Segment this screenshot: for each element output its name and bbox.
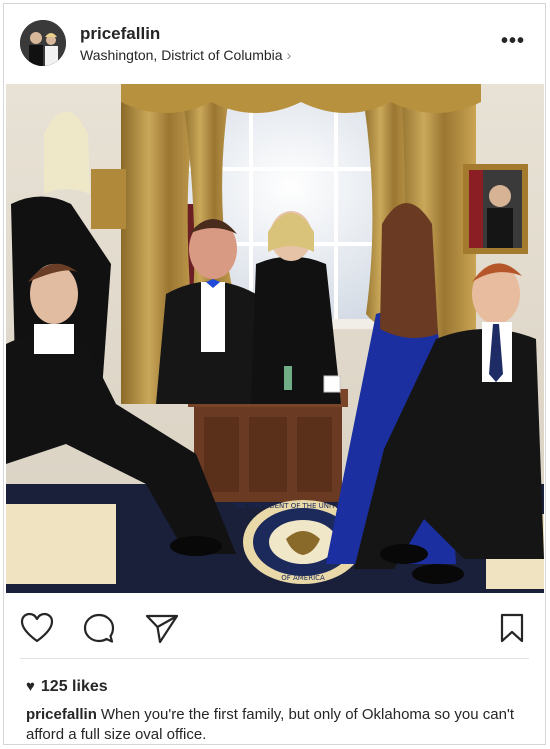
post-photo[interactable]: THE PRESIDENT OF THE UNITED STATES OF AM… (6, 84, 544, 593)
post-location[interactable]: Washington, District of Columbia › (80, 47, 291, 63)
post-caption: pricefallin When you're the first family,… (26, 705, 536, 745)
likes-text[interactable]: 125 likes (41, 678, 108, 695)
divider (20, 658, 529, 659)
post-header: pricefallin Washington, District of Colu… (4, 4, 545, 82)
oval-office-photo: THE PRESIDENT OF THE UNITED STATES OF AM… (6, 84, 544, 593)
seal-bottom-text: OF AMERICA (281, 574, 325, 582)
heart-filled-icon: ♥ (26, 678, 35, 695)
post-username[interactable]: pricefallin (80, 24, 160, 44)
comment-bubble-icon[interactable] (82, 612, 116, 649)
chevron-right-icon: › (286, 47, 292, 63)
caption-username[interactable]: pricefallin (26, 706, 97, 723)
location-text[interactable]: Washington, District of Columbia (80, 47, 283, 63)
caption-text: When you're the first family, but only o… (26, 706, 514, 743)
instagram-post-card: pricefallin Washington, District of Colu… (3, 3, 546, 745)
avatar[interactable] (20, 20, 66, 66)
likes-count[interactable]: ♥ 125 likes (26, 678, 108, 696)
more-options-button[interactable]: ••• (501, 30, 525, 53)
bookmark-icon[interactable] (498, 612, 526, 649)
heart-outline-icon[interactable] (20, 612, 54, 649)
avatar-image (20, 20, 66, 66)
action-bar (4, 604, 545, 654)
paper-plane-icon[interactable] (144, 612, 180, 649)
